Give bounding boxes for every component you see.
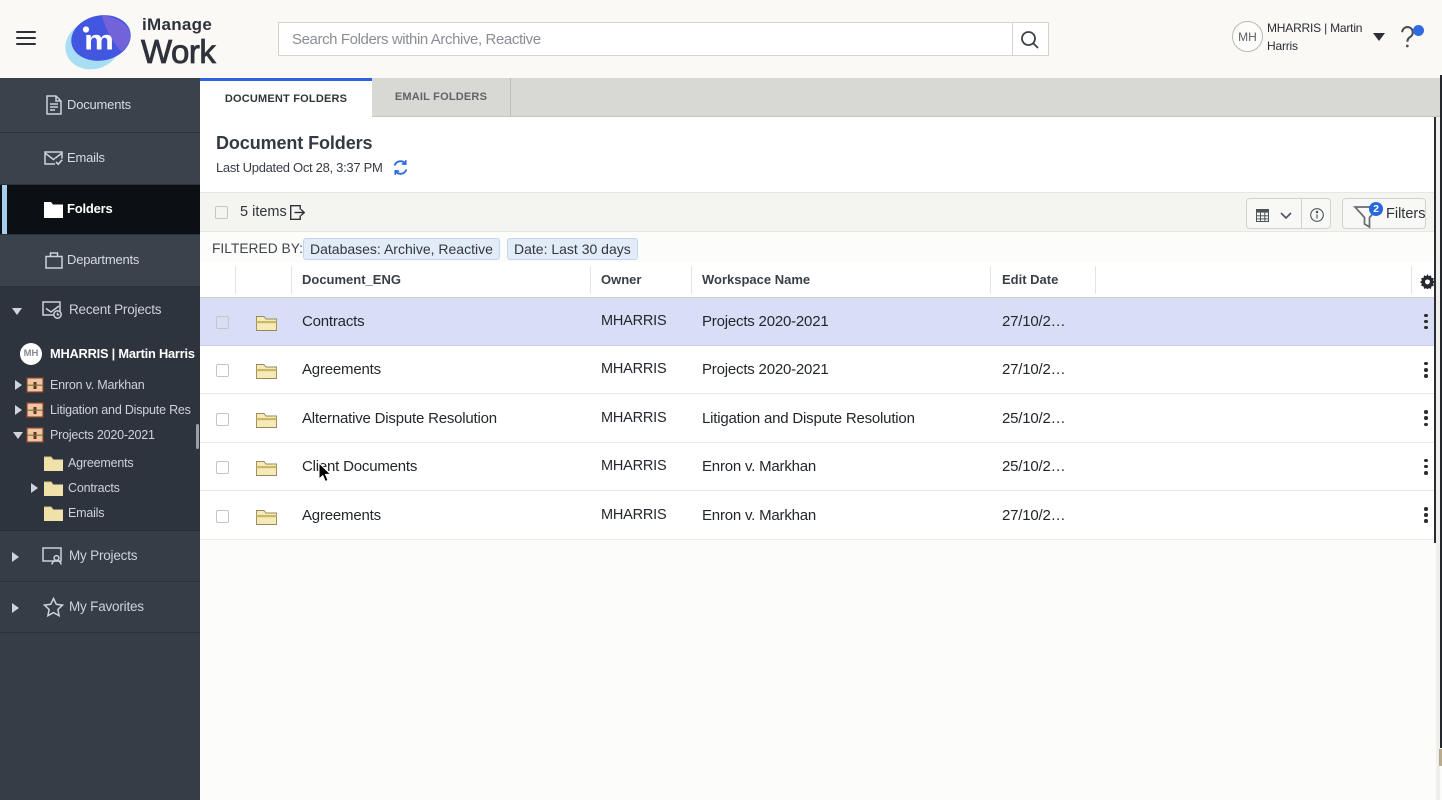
- svg-text:m: m: [84, 25, 114, 56]
